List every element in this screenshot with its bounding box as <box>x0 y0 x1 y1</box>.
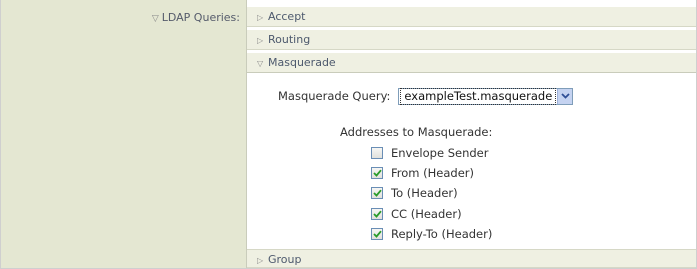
triangle-right-icon: ▷ <box>257 256 264 265</box>
triangle-right-icon: ▷ <box>257 36 264 45</box>
masquerade-query-label: Masquerade Query: <box>278 89 391 103</box>
masquerade-query-row: Masquerade Query: exampleTest.masquerade <box>278 86 574 106</box>
checkmark-icon <box>372 210 382 218</box>
section-group[interactable]: ▷ Group <box>247 249 696 268</box>
label-column: ▽ LDAP Queries: <box>1 0 247 268</box>
checkbox[interactable] <box>371 207 383 220</box>
masquerade-query-value: exampleTest.masquerade <box>400 87 557 105</box>
checkbox-label: From (Header) <box>391 166 474 181</box>
section-accept[interactable]: ▷ Accept <box>247 7 696 27</box>
address-checkbox-list: Envelope Sender From (Header) To (Header… <box>371 143 492 244</box>
checkbox-envelope-sender[interactable]: Envelope Sender <box>371 143 492 163</box>
ldap-queries-panel: ▽ LDAP Queries: ▷ Accept ▷ Routing ▽ Masquer… <box>0 0 697 269</box>
section-accept-label: Accept <box>268 10 306 23</box>
chevron-down-icon[interactable] <box>557 88 573 104</box>
checkbox-cc-header[interactable]: CC (Header) <box>371 204 492 224</box>
checkbox[interactable] <box>371 187 383 200</box>
content-column: ▷ Accept ▷ Routing ▽ Masquerade Masquerade … <box>247 0 696 268</box>
checkmark-icon <box>372 169 382 178</box>
checkbox-label: To (Header) <box>391 186 458 201</box>
triangle-down-icon: ▽ <box>257 59 264 68</box>
checkmark-icon <box>372 230 382 238</box>
checkmark-icon <box>372 190 382 198</box>
checkbox-to-header[interactable]: To (Header) <box>371 183 492 203</box>
checkbox[interactable] <box>371 227 383 240</box>
section-masquerade-label: Masquerade <box>268 56 336 69</box>
ldap-queries-label: ▽ LDAP Queries: <box>152 11 240 24</box>
section-masquerade[interactable]: ▽ Masquerade <box>247 53 696 73</box>
triangle-down-icon: ▽ <box>151 14 159 24</box>
masquerade-body: Masquerade Query: exampleTest.masquerade… <box>247 73 696 249</box>
section-routing[interactable]: ▷ Routing <box>247 30 696 50</box>
checkbox-label: Reply-To (Header) <box>391 226 493 241</box>
section-group-label: Group <box>268 253 302 266</box>
checkbox-label: Envelope Sender <box>391 146 489 161</box>
ldap-queries-label-text: LDAP Queries: <box>161 11 240 24</box>
addresses-to-masquerade-label: Addresses to Masquerade: <box>340 125 493 139</box>
triangle-right-icon: ▷ <box>257 13 264 22</box>
checkbox-from-header[interactable]: From (Header) <box>371 163 492 183</box>
checkbox[interactable] <box>371 147 383 160</box>
section-routing-label: Routing <box>268 33 311 46</box>
checkbox-reply-to-header[interactable]: Reply-To (Header) <box>371 224 492 244</box>
masquerade-query-select[interactable]: exampleTest.masquerade <box>398 87 574 105</box>
checkbox[interactable] <box>371 167 383 180</box>
checkbox-label: CC (Header) <box>391 206 462 221</box>
